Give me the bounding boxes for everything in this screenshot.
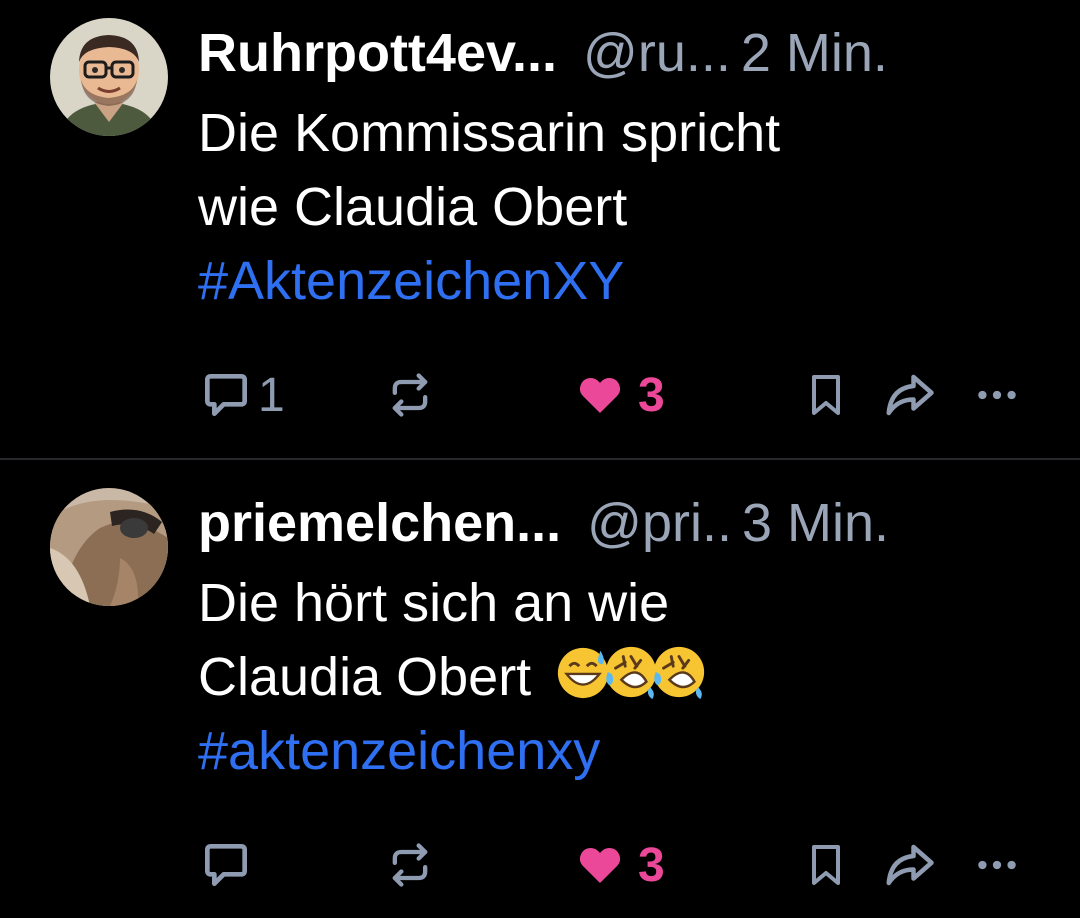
- post-feed: Ruhrpott4ev... @ru... 2 Min. Die Kommiss…: [0, 0, 1080, 918]
- bookmark-button[interactable]: [802, 830, 850, 900]
- post-header: priemelchen... @pri.. 3 Min.: [198, 488, 1040, 558]
- timestamp: 2 Min.: [740, 23, 888, 83]
- like-button[interactable]: 3: [576, 360, 665, 430]
- reply-icon: [205, 374, 248, 416]
- post-text-line: Claudia Obert: [198, 647, 532, 707]
- post-text-line: Die hört sich an wie: [198, 573, 670, 633]
- post-card[interactable]: priemelchen... @pri.. 3 Min. Die hört si…: [0, 460, 1080, 918]
- more-options-button[interactable]: [972, 830, 1022, 900]
- heart-icon: [579, 378, 621, 413]
- repost-icon: [392, 843, 428, 887]
- like-button[interactable]: 3: [576, 830, 665, 900]
- bookmark-icon: [812, 375, 840, 415]
- rolling-laughing-emoji: [654, 646, 705, 700]
- more-options-button[interactable]: [972, 360, 1022, 430]
- heart-icon: [579, 848, 621, 883]
- handle[interactable]: @pri..: [587, 488, 732, 558]
- post-text: Die hört sich an wie Claudia Obert #akte…: [198, 566, 1040, 788]
- hashtag-link[interactable]: #aktenzeichenxy: [198, 714, 1040, 788]
- like-count: 3: [638, 838, 665, 892]
- more-icon: [978, 860, 1016, 870]
- reply-button[interactable]: 1: [198, 360, 285, 430]
- post-actions: 3: [198, 830, 1040, 900]
- bookmark-icon: [812, 845, 840, 885]
- share-button[interactable]: [882, 360, 936, 430]
- reply-button[interactable]: [198, 830, 258, 900]
- memoji-avatar-icon: [50, 18, 168, 136]
- like-count: 3: [638, 368, 665, 422]
- display-name[interactable]: priemelchen...: [198, 488, 561, 558]
- post-actions: 1 3: [198, 360, 1040, 430]
- avatar[interactable]: [50, 488, 168, 606]
- repost-button[interactable]: [384, 830, 436, 900]
- post-text-line: wie Claudia Obert: [198, 177, 628, 237]
- handle[interactable]: @ru...: [583, 18, 731, 88]
- post-text: Die Kommissarin spricht wie Claudia Ober…: [198, 96, 1040, 318]
- repost-icon: [392, 373, 428, 417]
- more-icon: [978, 390, 1016, 400]
- share-icon: [886, 374, 934, 416]
- photo-avatar-icon: [50, 488, 168, 606]
- post-card[interactable]: Ruhrpott4ev... @ru... 2 Min. Die Kommiss…: [0, 0, 1080, 458]
- repost-button[interactable]: [384, 360, 436, 430]
- post-header: Ruhrpott4ev... @ru... 2 Min.: [198, 18, 1040, 88]
- avatar[interactable]: [50, 18, 168, 136]
- bookmark-button[interactable]: [802, 360, 850, 430]
- reply-count: 1: [258, 368, 285, 422]
- timestamp: 3 Min.: [741, 493, 890, 553]
- hashtag-link[interactable]: #AktenzeichenXY: [198, 244, 1040, 318]
- emoji-group: [554, 643, 705, 701]
- reply-icon: [205, 844, 248, 886]
- display-name[interactable]: Ruhrpott4ev...: [198, 18, 557, 88]
- post-text-line: Die Kommissarin spricht: [198, 103, 781, 163]
- share-button[interactable]: [882, 830, 936, 900]
- share-icon: [886, 844, 934, 886]
